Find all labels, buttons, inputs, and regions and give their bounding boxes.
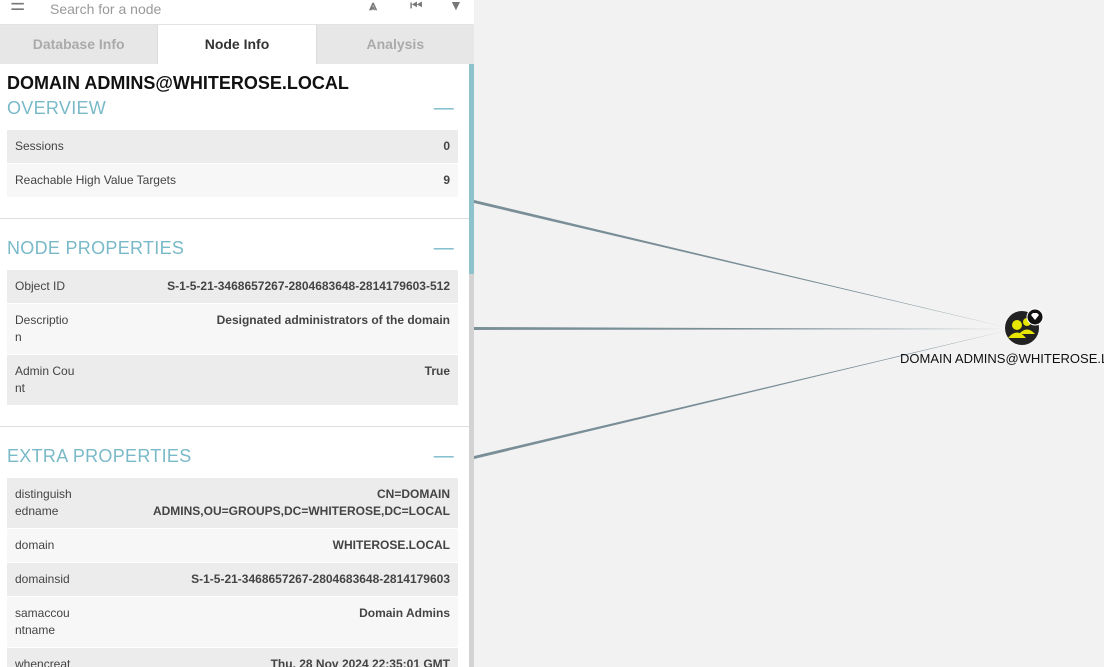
table-row[interactable]: domainsid S-1-5-21-3468657267-2804683648… — [7, 562, 458, 597]
tab-database-info[interactable]: Database Info — [0, 25, 159, 64]
graph-node-label: DOMAIN ADMINS@WHITEROSE.LOCAL — [900, 351, 1104, 366]
property-value[interactable]: S-1-5-21-3468657267-2804683648-281417960… — [83, 562, 458, 597]
tab-node-info[interactable]: Node Info — [158, 25, 317, 64]
section-divider — [0, 218, 470, 219]
node-properties-table: Object ID S-1-5-21-3468657267-2804683648… — [7, 270, 458, 406]
graph-edge[interactable] — [474, 200, 1005, 327]
collapse-icon[interactable]: — — [434, 441, 454, 471]
back-icon[interactable]: ⏮ — [410, 0, 423, 14]
edges — [474, 200, 1005, 459]
table-row[interactable]: Reachable High Value Targets 9 — [7, 163, 458, 198]
table-row[interactable]: Admin Count True — [7, 354, 458, 406]
property-value[interactable]: WHITEROSE.LOCAL — [83, 528, 458, 563]
search-bar: ☰ ⩓ ⏮ ▼ — [0, 0, 474, 25]
property-value[interactable]: True — [83, 354, 458, 406]
hamburger-menu-icon[interactable]: ☰ — [10, 0, 25, 15]
property-value[interactable]: 0 — [406, 130, 458, 164]
pathfinding-icon[interactable]: ⩓ — [369, 0, 377, 14]
tab-bar: Database Info Node Info Analysis — [0, 25, 474, 64]
group-node[interactable] — [1005, 308, 1044, 345]
property-value[interactable]: S-1-5-21-3468657267-2804683648-281417960… — [83, 270, 458, 304]
section-node-properties-heading[interactable]: NODE PROPERTIES — — [0, 233, 470, 263]
table-row[interactable]: Sessions 0 — [7, 130, 458, 164]
scrollbar-thumb[interactable] — [469, 64, 474, 274]
node-info-panel[interactable]: DOMAIN ADMINS@WHITEROSE.LOCAL OVERVIEW —… — [0, 64, 471, 667]
section-title: OVERVIEW — [7, 98, 107, 118]
node-title: DOMAIN ADMINS@WHITEROSE.LOCAL — [7, 73, 349, 93]
property-key: distinguishedname — [7, 478, 83, 529]
property-key: Sessions — [7, 130, 407, 164]
property-key: domain — [7, 528, 83, 563]
table-row[interactable]: domain WHITEROSE.LOCAL — [7, 528, 458, 563]
section-divider — [0, 426, 470, 427]
table-row[interactable]: distinguishedname CN=DOMAIN ADMINS,OU=GR… — [7, 478, 458, 529]
property-value[interactable]: Domain Admins — [83, 596, 458, 648]
property-key: Object ID — [7, 270, 83, 304]
property-key: whencreated — [7, 647, 83, 667]
property-value[interactable]: CN=DOMAIN ADMINS,OU=GROUPS,DC=WHITEROSE,… — [83, 478, 458, 529]
graph-edge[interactable] — [474, 327, 1005, 330]
section-title: NODE PROPERTIES — [7, 238, 185, 258]
table-row[interactable]: Description Designated administrators of… — [7, 303, 458, 355]
property-value[interactable]: Thu, 28 Nov 2024 22:35:01 GMT — [83, 647, 458, 667]
section-overview-heading[interactable]: OVERVIEW — — [0, 93, 470, 123]
property-key: samaccountname — [7, 596, 83, 648]
property-value[interactable]: 9 — [406, 163, 458, 198]
table-row[interactable]: Object ID S-1-5-21-3468657267-2804683648… — [7, 270, 458, 304]
section-extra-properties-heading[interactable]: EXTRA PROPERTIES — — [0, 441, 470, 471]
panel-scrollbar[interactable] — [469, 64, 474, 667]
extra-properties-table: distinguishedname CN=DOMAIN ADMINS,OU=GR… — [7, 478, 458, 667]
property-key: Reachable High Value Targets — [7, 163, 407, 198]
tab-analysis[interactable]: Analysis — [316, 25, 474, 64]
filter-icon[interactable]: ▼ — [449, 0, 463, 13]
property-key: Description — [7, 303, 83, 355]
property-key: Admin Count — [7, 354, 83, 406]
table-row[interactable]: whencreated Thu, 28 Nov 2024 22:35:01 GM… — [7, 647, 458, 667]
property-value[interactable]: Designated administrators of the domain — [83, 303, 458, 355]
section-title: EXTRA PROPERTIES — [7, 446, 192, 466]
search-input[interactable] — [48, 0, 352, 18]
overview-table: Sessions 0 Reachable High Value Targets … — [7, 130, 458, 198]
side-panel: ☰ ⩓ ⏮ ▼ Database Info Node Info Analysis… — [0, 0, 474, 667]
collapse-icon[interactable]: — — [434, 93, 454, 123]
collapse-icon[interactable]: — — [434, 233, 454, 263]
table-row[interactable]: samaccountname Domain Admins — [7, 596, 458, 648]
property-key: domainsid — [7, 562, 83, 597]
